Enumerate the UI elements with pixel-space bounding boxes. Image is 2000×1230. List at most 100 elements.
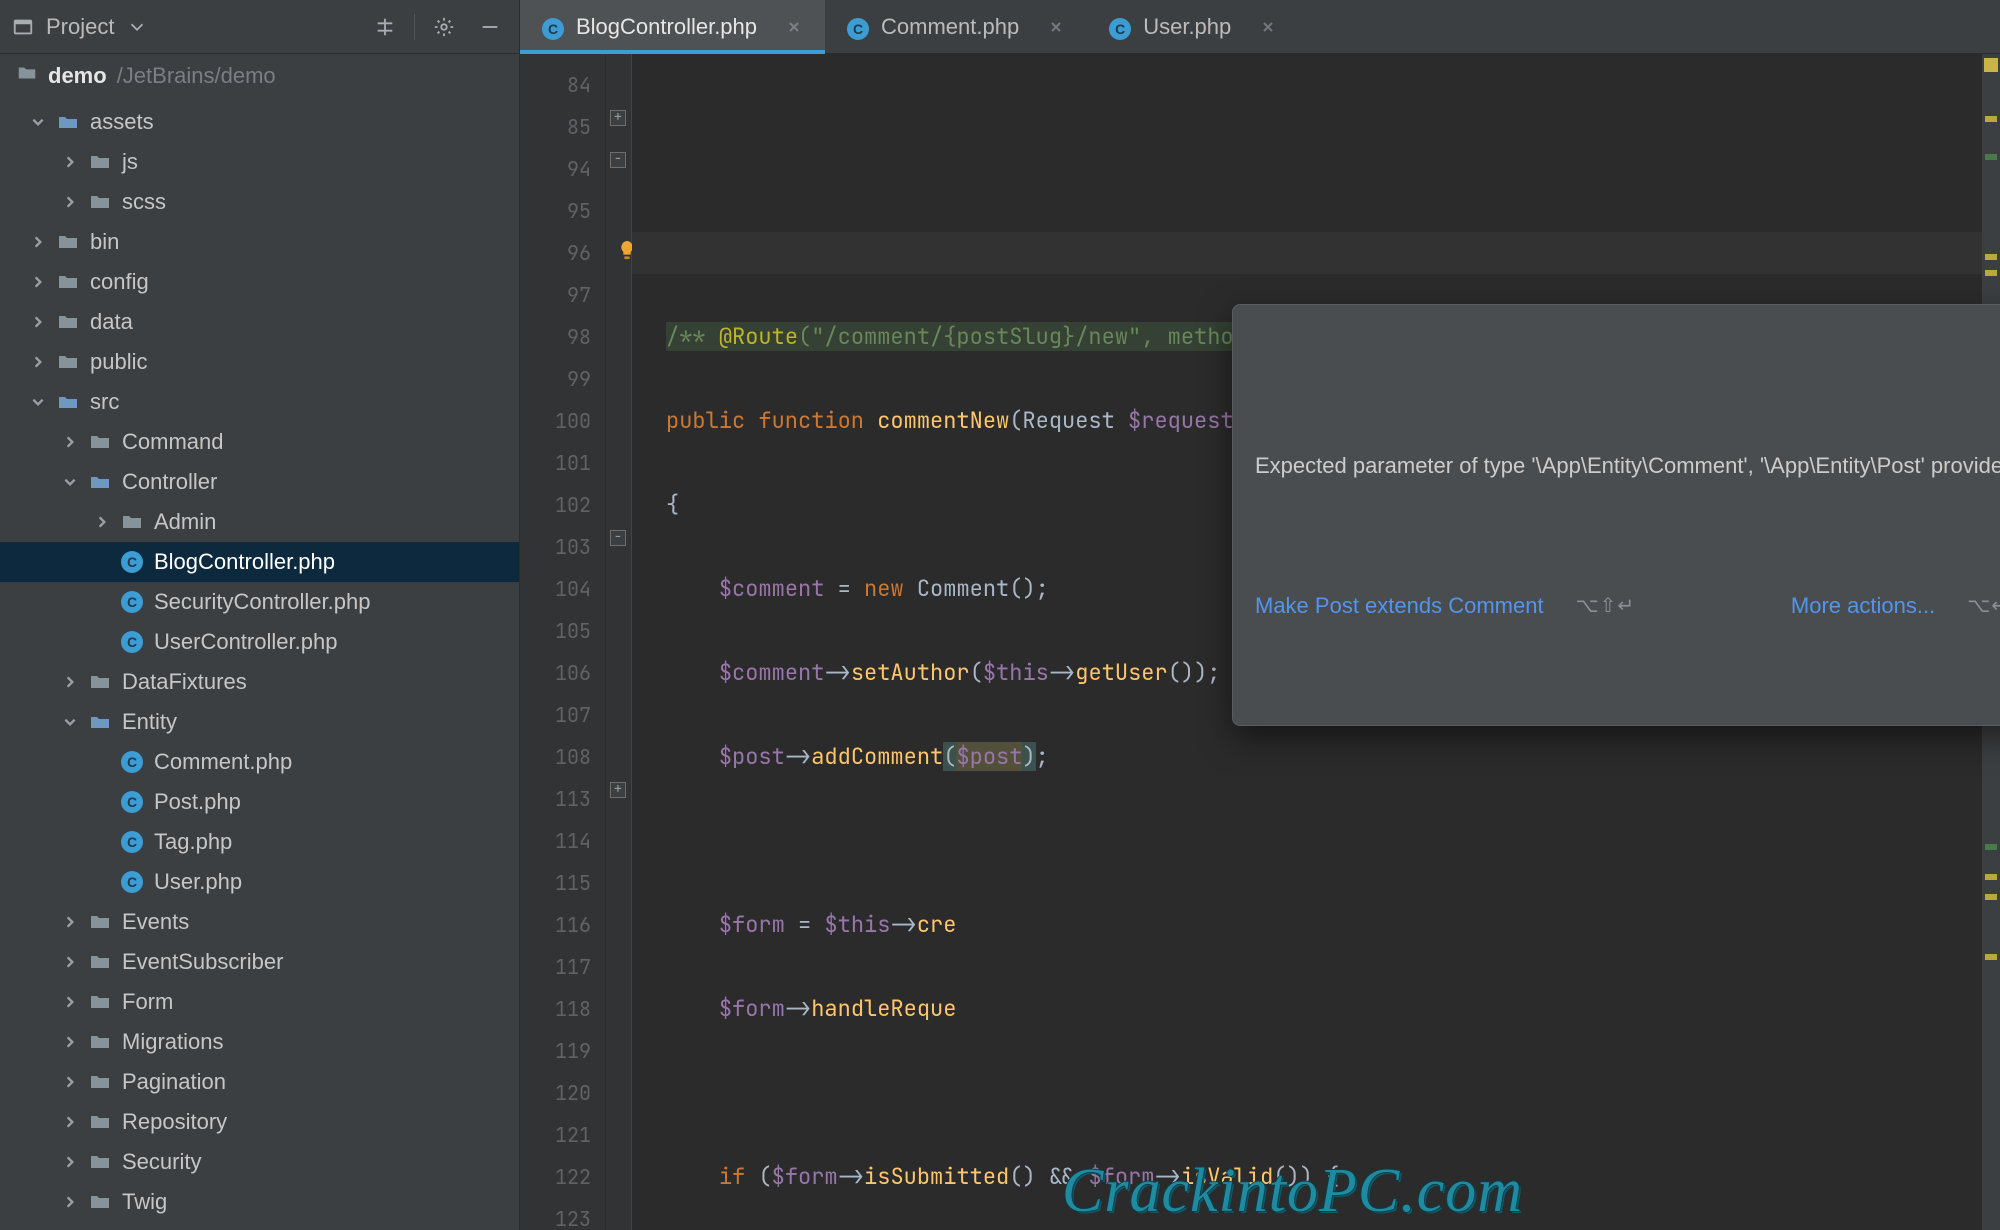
tree-folder[interactable]: DataFixtures bbox=[0, 662, 519, 702]
tree-folder[interactable]: scss bbox=[0, 182, 519, 222]
gutter: 8485949596979899100101102103104105106107… bbox=[520, 54, 606, 1230]
tree-folder[interactable]: src bbox=[0, 382, 519, 422]
code-editor[interactable]: 8485949596979899100101102103104105106107… bbox=[520, 54, 2000, 1230]
tree-arrow-icon[interactable] bbox=[62, 1114, 78, 1130]
tree-folder[interactable]: Command bbox=[0, 422, 519, 462]
line-number: 119 bbox=[520, 1030, 591, 1072]
project-breadcrumb[interactable]: demo /JetBrains/demo bbox=[0, 54, 519, 98]
line-number: 121 bbox=[520, 1114, 591, 1156]
tree-folder[interactable]: Migrations bbox=[0, 1022, 519, 1062]
tree-arrow-icon[interactable] bbox=[30, 274, 46, 290]
line-number: 99 bbox=[520, 358, 591, 400]
folder-icon bbox=[88, 950, 112, 974]
line-number: 100 bbox=[520, 400, 591, 442]
tree-arrow-icon[interactable] bbox=[62, 474, 78, 490]
tree-arrow-icon[interactable] bbox=[62, 194, 78, 210]
php-file-icon: C bbox=[847, 14, 869, 40]
line-number: 107 bbox=[520, 694, 591, 736]
folder-icon bbox=[88, 1110, 112, 1134]
tree-folder[interactable]: bin bbox=[0, 222, 519, 262]
tree-arrow-icon[interactable] bbox=[62, 994, 78, 1010]
tree-arrow-icon[interactable] bbox=[62, 434, 78, 450]
tree-folder[interactable]: Entity bbox=[0, 702, 519, 742]
quick-fix-link[interactable]: Make Post extends Comment bbox=[1255, 585, 1544, 627]
fold-column[interactable]: + − − + bbox=[606, 54, 632, 1230]
tree-arrow-icon[interactable] bbox=[30, 234, 46, 250]
tree-folder[interactable]: data bbox=[0, 302, 519, 342]
folder-icon bbox=[88, 1190, 112, 1214]
close-tab-icon[interactable] bbox=[785, 18, 803, 36]
select-opened-file-icon[interactable] bbox=[368, 10, 402, 44]
tree-arrow-icon[interactable] bbox=[62, 674, 78, 690]
tree-arrow-icon[interactable] bbox=[30, 114, 46, 130]
tree-file[interactable]: CUserController.php bbox=[0, 622, 519, 662]
project-toolwindow-title[interactable]: Project bbox=[46, 14, 114, 40]
tree-arrow-icon[interactable] bbox=[62, 1034, 78, 1050]
folder-icon bbox=[88, 430, 112, 454]
tree-file[interactable]: CTag.php bbox=[0, 822, 519, 862]
tree-arrow-icon[interactable] bbox=[62, 154, 78, 170]
tree-arrow-icon[interactable] bbox=[30, 354, 46, 370]
tree-folder[interactable]: Repository bbox=[0, 1102, 519, 1142]
tree-folder[interactable]: Controller bbox=[0, 462, 519, 502]
tree-folder[interactable]: Security bbox=[0, 1142, 519, 1182]
tree-folder[interactable]: Twig bbox=[0, 1182, 519, 1222]
tree-folder[interactable]: EventSubscriber bbox=[0, 942, 519, 982]
folder-icon bbox=[88, 1030, 112, 1054]
more-actions-link[interactable]: More actions... bbox=[1791, 585, 1935, 627]
code-content[interactable]: /** @Route("/comment/{postSlug}/new", me… bbox=[632, 54, 1982, 1230]
editor-tab[interactable]: CComment.php bbox=[825, 0, 1087, 53]
tree-arrow-icon[interactable] bbox=[94, 514, 110, 530]
hide-toolwindow-icon[interactable] bbox=[473, 10, 507, 44]
editor-tab[interactable]: CBlogController.php bbox=[520, 0, 825, 53]
fold-marker-icon[interactable]: + bbox=[610, 782, 626, 798]
tree-file[interactable]: CUser.php bbox=[0, 862, 519, 902]
php-file-icon: C bbox=[120, 870, 144, 894]
tree-folder[interactable]: public bbox=[0, 342, 519, 382]
settings-icon[interactable] bbox=[427, 10, 461, 44]
tree-folder[interactable]: js bbox=[0, 142, 519, 182]
tree-folder[interactable]: Form bbox=[0, 982, 519, 1022]
fold-marker-icon[interactable]: − bbox=[610, 530, 626, 546]
tree-folder[interactable]: Admin bbox=[0, 502, 519, 542]
tree-item-label: config bbox=[90, 271, 149, 293]
tree-arrow-icon[interactable] bbox=[62, 914, 78, 930]
fold-marker-icon[interactable]: + bbox=[610, 110, 626, 126]
tree-arrow-icon[interactable] bbox=[62, 954, 78, 970]
php-file-icon: C bbox=[120, 830, 144, 854]
tree-item-label: bin bbox=[90, 231, 119, 253]
tree-arrow-icon[interactable] bbox=[62, 714, 78, 730]
folder-icon bbox=[56, 110, 80, 134]
php-file-icon: C bbox=[1109, 14, 1131, 40]
editor-tab[interactable]: CUser.php bbox=[1087, 0, 1299, 53]
fold-marker-icon[interactable]: − bbox=[610, 152, 626, 168]
tree-arrow-icon[interactable] bbox=[62, 1074, 78, 1090]
tree-folder[interactable]: Pagination bbox=[0, 1062, 519, 1102]
tree-item-label: Admin bbox=[154, 511, 216, 533]
tree-arrow-icon[interactable] bbox=[30, 394, 46, 410]
folder-icon bbox=[88, 990, 112, 1014]
tree-folder[interactable]: Events bbox=[0, 902, 519, 942]
tree-file[interactable]: CBlogController.php bbox=[0, 542, 519, 582]
chevron-down-icon[interactable] bbox=[126, 16, 148, 38]
tree-file[interactable]: CPost.php bbox=[0, 782, 519, 822]
tree-arrow-icon[interactable] bbox=[30, 314, 46, 330]
close-tab-icon[interactable] bbox=[1259, 18, 1277, 36]
tree-arrow-icon[interactable] bbox=[62, 1154, 78, 1170]
tree-item-label: Migrations bbox=[122, 1031, 223, 1053]
folder-icon bbox=[56, 310, 80, 334]
project-tree[interactable]: assetsjsscss bin config datapublicsrcComman… bbox=[0, 98, 519, 1230]
tree-file[interactable]: CSecurityController.php bbox=[0, 582, 519, 622]
folder-icon bbox=[16, 62, 38, 90]
tree-file[interactable]: CComment.php bbox=[0, 742, 519, 782]
tree-arrow-icon[interactable] bbox=[62, 1194, 78, 1210]
folder-icon bbox=[88, 1150, 112, 1174]
tree-item-label: EventSubscriber bbox=[122, 951, 283, 973]
tree-folder[interactable]: assets bbox=[0, 102, 519, 142]
tree-folder[interactable]: config bbox=[0, 262, 519, 302]
tree-item-label: UserController.php bbox=[154, 631, 337, 653]
line-number: 108 bbox=[520, 736, 591, 778]
folder-icon bbox=[120, 510, 144, 534]
analysis-status-icon[interactable] bbox=[1984, 58, 1998, 72]
close-tab-icon[interactable] bbox=[1047, 18, 1065, 36]
